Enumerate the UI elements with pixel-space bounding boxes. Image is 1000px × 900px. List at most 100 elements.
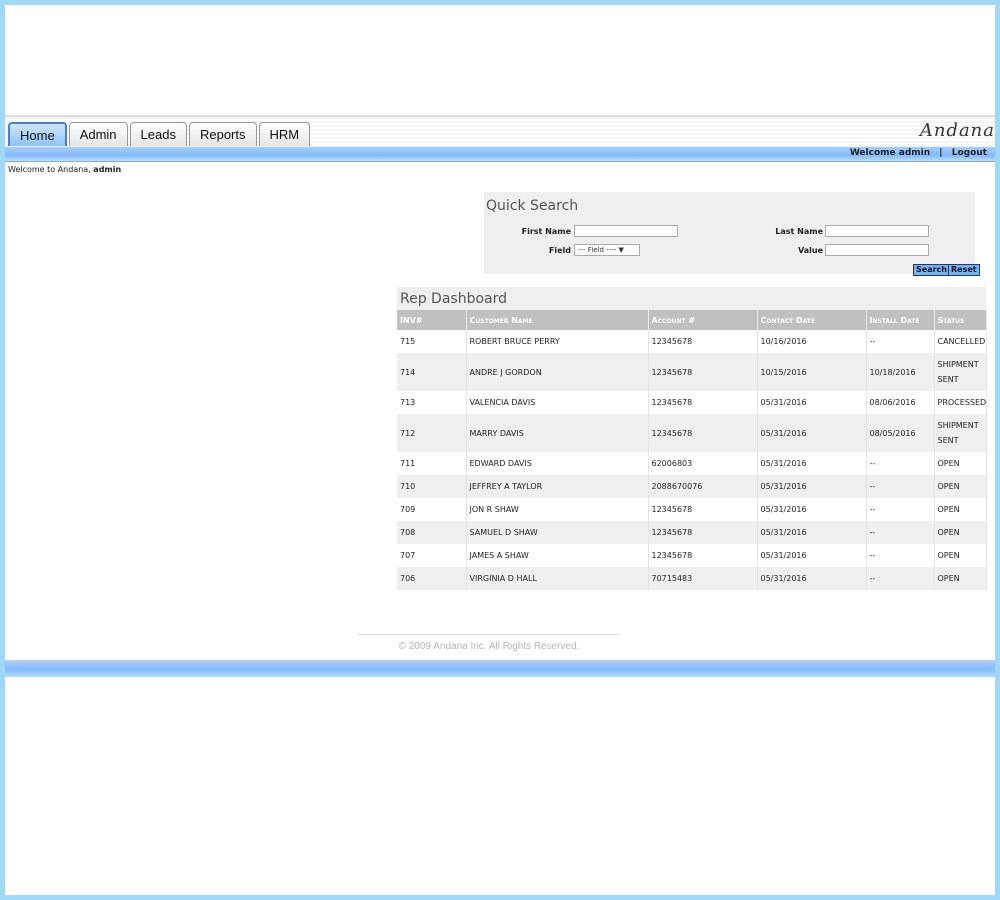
table-row[interactable]: 711 EDWARD DAVIS 62006803 05/31/2016 -- OPEN: [397, 452, 987, 475]
col-inv[interactable]: INV#: [397, 310, 467, 330]
cell-install-date: 08/05/2016: [866, 414, 935, 452]
cell-contact-date: 05/31/2016: [757, 567, 867, 590]
nav-bar: Home Admin Leads Reports HRM Andana: [5, 115, 995, 147]
cell-customer-name: JEFFREY A TAYLOR: [466, 475, 649, 498]
welcome-prefix: Welcome to Andana,: [8, 165, 91, 174]
cell-contact-date: 05/31/2016: [757, 544, 867, 567]
cell-account: 12345678: [648, 521, 758, 544]
tab-home[interactable]: Home: [8, 122, 67, 146]
cell-account: 12345678: [648, 353, 758, 391]
cell-inv: 710: [397, 475, 467, 498]
cell-install-date: --: [866, 475, 935, 498]
cell-account: 12345678: [648, 544, 758, 567]
table-row[interactable]: 708 SAMUEL D SHAW 12345678 05/31/2016 -- OPEN: [397, 521, 987, 544]
cell-status: OPEN: [934, 475, 987, 498]
cell-install-date: --: [866, 452, 935, 475]
cell-account: 62006803: [648, 452, 758, 475]
col-install-date[interactable]: Install Date: [866, 310, 935, 330]
cell-inv: 711: [397, 452, 467, 475]
user-bar: Welcome admin | Logout: [5, 147, 995, 162]
cell-status: CANCELLED: [934, 330, 987, 353]
cell-contact-date: 05/31/2016: [757, 452, 867, 475]
cell-inv: 709: [397, 498, 467, 521]
cell-account: 12345678: [648, 330, 758, 353]
cell-install-date: --: [866, 498, 935, 521]
dashboard-table: INV# Customer Name Account # Contact Dat…: [397, 310, 987, 590]
col-account[interactable]: Account #: [648, 310, 758, 330]
table-row[interactable]: 710 JEFFREY A TAYLOR 2088670076 05/31/2016-…: [397, 475, 987, 498]
cell-install-date: --: [866, 544, 935, 567]
quick-search-panel: Quick Search First Name Field --- Field …: [484, 192, 980, 276]
col-contact-date[interactable]: Contact Date: [757, 310, 867, 330]
cell-install-date: 10/18/2016: [866, 353, 935, 391]
cell-customer-name: ROBERT BRUCE PERRY: [466, 330, 649, 353]
welcome-message: Welcome to Andana, admin: [8, 165, 121, 174]
table-row[interactable]: 706 VIRGINIA D HALL 70715483 05/31/2016 -- OP…: [397, 567, 987, 590]
cell-contact-date: 05/31/2016: [757, 391, 867, 414]
cell-status: OPEN: [934, 452, 987, 475]
cell-status: OPEN: [934, 498, 987, 521]
cell-install-date: 08/06/2016: [866, 391, 935, 414]
field-label: Field: [548, 246, 571, 255]
cell-account: 12345678: [648, 391, 758, 414]
last-name-label: Last Name: [775, 227, 823, 236]
tab-reports[interactable]: Reports: [188, 122, 257, 146]
cell-customer-name: VIRGINIA D HALL: [466, 567, 649, 590]
main-tabs: Home Admin Leads Reports HRM: [8, 122, 311, 146]
table-row[interactable]: 713 VALENCIA DAVIS 12345678 05/31/2016 08/06…: [397, 391, 987, 414]
table-row[interactable]: 715 ROBERT BRUCE PERRY 12345678 10/16/2016-…: [397, 330, 987, 353]
table-header-row: INV# Customer Name Account # Contact Dat…: [397, 310, 987, 330]
cell-inv: 713: [397, 391, 467, 414]
table-row[interactable]: 709 JON R SHAW 12345678 05/31/2016 -- OPEN: [397, 498, 987, 521]
cell-contact-date: 05/31/2016: [757, 414, 867, 452]
cell-status: OPEN: [934, 521, 987, 544]
cell-status: PROCESSED: [934, 391, 987, 414]
cell-account: 12345678: [648, 498, 758, 521]
reset-button[interactable]: Reset: [948, 264, 980, 276]
separator: |: [939, 148, 943, 158]
cell-account: 2088670076: [648, 475, 758, 498]
cell-inv: 707: [397, 544, 467, 567]
cell-inv: 712: [397, 414, 467, 452]
welcome-username: admin: [93, 165, 122, 174]
tab-admin[interactable]: Admin: [68, 122, 128, 146]
value-label: Value: [797, 246, 823, 255]
col-customer-name[interactable]: Customer Name: [466, 310, 649, 330]
last-name-input[interactable]: [825, 225, 929, 237]
first-name-input[interactable]: [574, 225, 678, 237]
cell-customer-name: SAMUEL D SHAW: [466, 521, 649, 544]
field-select[interactable]: --- Field ---- ▼: [574, 244, 640, 256]
tab-hrm[interactable]: HRM: [258, 122, 311, 146]
cell-status: SHIPMENT SENT: [934, 414, 987, 452]
table-row[interactable]: 714 ANDRE J GORDON 12345678 10/15/2016 10/18…: [397, 353, 987, 391]
cell-customer-name: JON R SHAW: [466, 498, 649, 521]
first-name-label: First Name: [521, 227, 571, 236]
andana-logo: Andana: [919, 120, 995, 141]
quick-search-title: Quick Search: [486, 198, 579, 214]
cell-account: 12345678: [648, 414, 758, 452]
logout-link[interactable]: Logout: [952, 148, 987, 158]
table-row[interactable]: 712 MARRY DAVIS 12345678 05/31/2016 08/05/20…: [397, 414, 987, 452]
app-frame: Home Admin Leads Reports HRM Andana Welc…: [5, 5, 995, 895]
col-status[interactable]: Status: [934, 310, 987, 330]
cell-contact-date: 05/31/2016: [757, 521, 867, 544]
cell-customer-name: ANDRE J GORDON: [466, 353, 649, 391]
cell-install-date: --: [866, 521, 935, 544]
cell-inv: 708: [397, 521, 467, 544]
search-button[interactable]: Search: [913, 264, 950, 276]
cell-customer-name: VALENCIA DAVIS: [466, 391, 649, 414]
cell-status: OPEN: [934, 544, 987, 567]
table-row[interactable]: 707 JAMES A SHAW 12345678 05/31/2016 -- OPEN: [397, 544, 987, 567]
copyright-text: © 2009 Andana Inc. All Rights Reserved.: [398, 641, 580, 652]
value-input[interactable]: [825, 244, 929, 256]
cell-customer-name: MARRY DAVIS: [466, 414, 649, 452]
cell-status: SHIPMENT SENT: [934, 353, 987, 391]
cell-inv: 715: [397, 330, 467, 353]
cell-contact-date: 10/15/2016: [757, 353, 867, 391]
cell-customer-name: JAMES A SHAW: [466, 544, 649, 567]
cell-status: OPEN: [934, 567, 987, 590]
tab-leads[interactable]: Leads: [129, 122, 187, 146]
cell-contact-date: 05/31/2016: [757, 475, 867, 498]
dashboard-title: Rep Dashboard: [397, 287, 986, 310]
cell-inv: 714: [397, 353, 467, 391]
